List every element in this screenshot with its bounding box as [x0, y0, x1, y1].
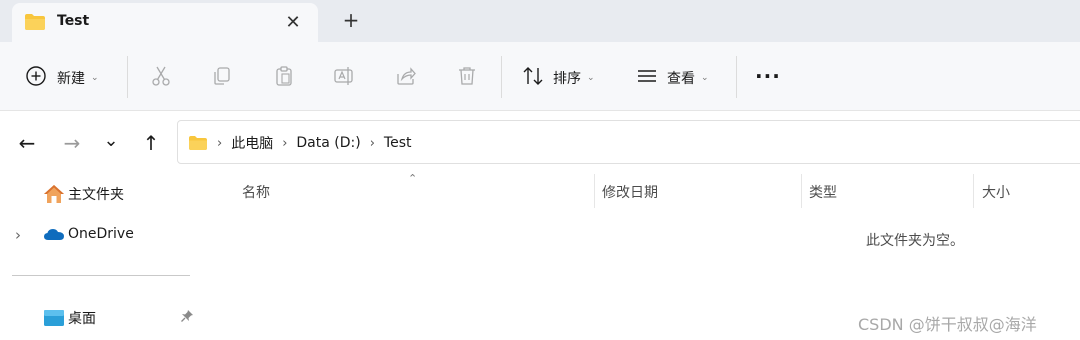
empty-folder-message: 此文件夹为空。 [866, 233, 964, 249]
column-header-type[interactable]: 类型 [809, 182, 837, 202]
tab-test[interactable]: Test ✕ [12, 3, 318, 42]
column-divider[interactable] [973, 174, 974, 208]
sort-button-label: 排序 [553, 71, 581, 87]
breadcrumb-this-pc[interactable]: 此电脑 [231, 133, 273, 153]
column-header-modified[interactable]: 修改日期 [602, 182, 658, 202]
delete-button[interactable] [456, 65, 478, 91]
breadcrumb-test[interactable]: Test [384, 135, 412, 151]
column-divider[interactable] [801, 174, 802, 208]
toolbar-divider [127, 56, 128, 98]
sort-button[interactable]: 排序 ⌄ [522, 65, 595, 91]
new-button-label: 新建 [57, 71, 85, 87]
clipboard-icon [273, 65, 295, 91]
folder-icon [188, 135, 208, 151]
sort-arrows-icon [522, 65, 544, 91]
expand-chevron-icon[interactable]: › [15, 226, 21, 244]
cut-button[interactable] [150, 65, 172, 91]
rename-icon [333, 65, 355, 91]
home-icon [43, 184, 65, 204]
rename-button[interactable] [333, 65, 355, 91]
chevron-down-icon: ⌄ [91, 73, 99, 83]
sidebar-item-home-label: 主文件夹 [68, 187, 124, 203]
sidebar-item-desktop[interactable]: 桌面 [43, 308, 96, 328]
recent-locations-chevron-icon[interactable]: ⌄ [100, 129, 122, 151]
close-icon[interactable]: ✕ [282, 11, 304, 33]
ellipsis-icon: ··· [755, 64, 781, 88]
sidebar-item-onedrive-label: OneDrive [68, 226, 134, 242]
list-view-icon [636, 65, 658, 91]
scissors-icon [150, 65, 172, 91]
cloud-icon [43, 227, 65, 241]
paste-button[interactable] [273, 65, 295, 91]
address-bar[interactable]: › 此电脑 › Data (D:) › Test [177, 120, 1080, 164]
copy-button[interactable] [211, 65, 233, 91]
sidebar-item-onedrive[interactable]: OneDrive [43, 226, 134, 242]
chevron-down-icon: ⌄ [587, 73, 595, 83]
column-header-name[interactable]: 名称 [242, 182, 270, 202]
folder-icon [24, 13, 46, 35]
forward-arrow-icon[interactable]: → [61, 131, 83, 155]
navigation-pane: 主文件夹 › OneDrive 桌面 [0, 172, 202, 340]
back-arrow-icon[interactable]: ← [16, 131, 38, 155]
sidebar-item-home[interactable]: 主文件夹 [43, 184, 124, 204]
share-button[interactable] [395, 65, 417, 91]
new-button[interactable]: 新建 ⌄ [25, 65, 99, 91]
tab-title: Test [57, 13, 90, 29]
new-tab-button[interactable]: + [340, 8, 362, 32]
breadcrumb-separator-icon[interactable]: › [217, 136, 222, 151]
share-icon [395, 65, 417, 91]
breadcrumb-data-drive[interactable]: Data (D:) [296, 135, 360, 151]
up-arrow-icon[interactable]: ↑ [140, 131, 162, 155]
file-list-pane: ⌃ 名称 修改日期 类型 大小 此文件夹为空。 CSDN @饼干叔叔@海洋 [202, 172, 1080, 340]
view-button-label: 查看 [667, 71, 695, 87]
copy-icon [211, 65, 233, 91]
navigation-bar: ← → ⌄ ↑ › 此电脑 › Data (D:) › Test [0, 112, 1080, 172]
watermark: CSDN @饼干叔叔@海洋 [858, 315, 1037, 334]
toolbar-divider [501, 56, 502, 98]
sidebar-divider [12, 275, 190, 276]
desktop-icon [43, 309, 65, 327]
plus-circle-icon [25, 65, 47, 91]
breadcrumb-separator-icon[interactable]: › [282, 136, 287, 151]
more-options-button[interactable]: ··· [755, 64, 781, 88]
trash-icon [456, 65, 478, 91]
chevron-down-icon: ⌄ [701, 73, 709, 83]
tab-bar: Test ✕ + [0, 0, 1080, 42]
breadcrumb: › 此电脑 › Data (D:) › Test [188, 133, 412, 153]
command-toolbar: 新建 ⌄ 排序 ⌄ 查看 ⌄ ··· [0, 42, 1080, 111]
breadcrumb-separator-icon[interactable]: › [370, 136, 375, 151]
sort-indicator-icon: ⌃ [408, 172, 418, 185]
pin-icon[interactable] [180, 309, 194, 323]
view-button[interactable]: 查看 ⌄ [636, 65, 709, 91]
toolbar-divider [736, 56, 737, 98]
column-header-size[interactable]: 大小 [982, 182, 1010, 202]
column-divider[interactable] [594, 174, 595, 208]
sidebar-item-desktop-label: 桌面 [68, 311, 96, 327]
